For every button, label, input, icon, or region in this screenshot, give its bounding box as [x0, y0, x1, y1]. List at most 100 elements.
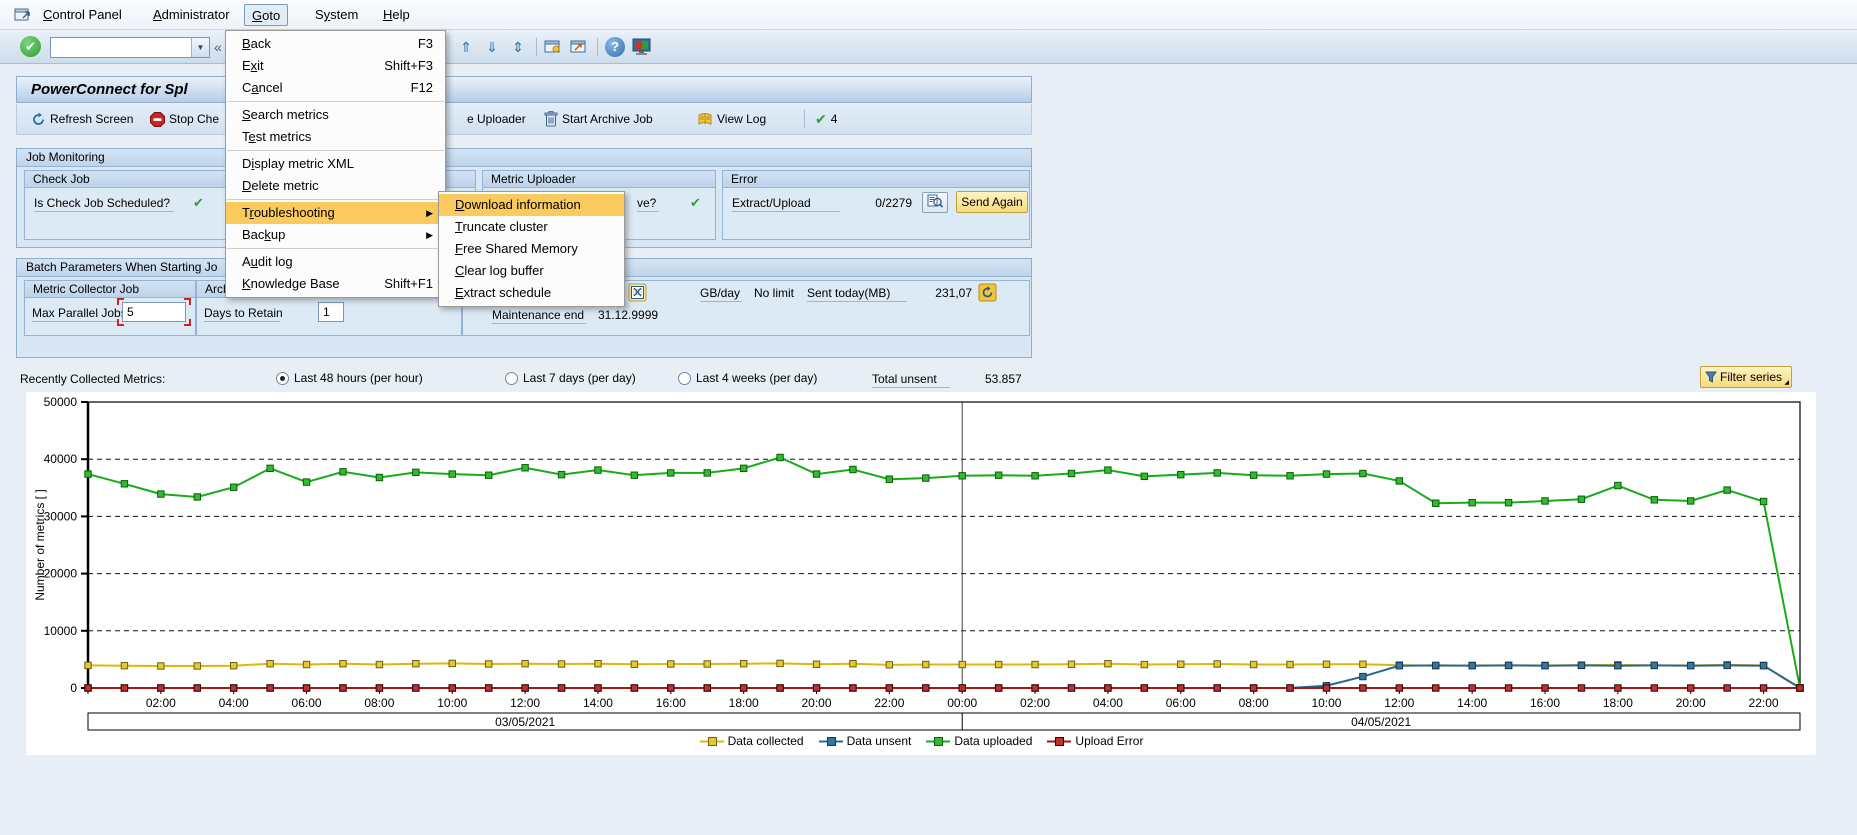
counter-value: 4 — [831, 112, 838, 126]
total-unsent-value: 53.857 — [985, 372, 1022, 386]
days-to-retain-input[interactable] — [318, 302, 344, 322]
page-title: PowerConnect for Spl — [31, 81, 188, 98]
uploader-active-check-icon: ✔ — [690, 195, 701, 211]
menubar-item-goto[interactable]: Goto — [244, 4, 288, 26]
send-again-button[interactable]: Send Again — [956, 191, 1028, 213]
menu-item-display-metric-xml[interactable]: Display metric XML — [226, 153, 445, 175]
svg-text:06:00: 06:00 — [292, 696, 322, 710]
command-dropdown-icon[interactable]: ▼ — [191, 38, 209, 57]
system-menu-icon[interactable] — [14, 7, 32, 27]
legend-marker-icon — [925, 736, 951, 747]
radio-circle[interactable] — [276, 372, 289, 385]
menu-separator — [227, 199, 444, 200]
menu-shortcut: Shift+F3 — [384, 55, 433, 77]
svg-text:08:00: 08:00 — [364, 696, 394, 710]
new-session-icon[interactable] — [543, 38, 563, 61]
svg-text:06:00: 06:00 — [1166, 696, 1196, 710]
calendar-icon[interactable] — [628, 283, 647, 307]
magnifier-icon — [927, 193, 943, 208]
command-input[interactable] — [51, 38, 189, 57]
submenu-item-free-shared-memory[interactable]: Free Shared Memory — [439, 238, 624, 260]
menu-item-cancel[interactable]: CancelF12 — [226, 77, 445, 99]
period-radio-last-7-days-per-day[interactable]: Last 7 days (per day) — [505, 371, 636, 385]
refresh-icon — [31, 112, 46, 127]
svg-text:10:00: 10:00 — [437, 696, 467, 710]
maintenance-end-label: Maintenance end — [492, 308, 586, 324]
chart-legend: Data collectedData unsentData uploadedUp… — [26, 734, 1816, 748]
create-shortcut-icon[interactable] — [569, 38, 589, 61]
legend-item-data-uploaded: Data uploaded — [925, 734, 1032, 748]
stop-check-label: Stop Che — [169, 112, 219, 126]
menu-item-back[interactable]: BackF3 — [226, 33, 445, 55]
menu-item-audit-log[interactable]: Audit log — [226, 251, 445, 273]
status-counter: ✔ 4 — [815, 109, 837, 129]
menu-bar: Control Panel Administrator Goto System Help — [0, 0, 1857, 30]
menu-shortcut: F3 — [418, 33, 433, 55]
radio-circle[interactable] — [678, 372, 691, 385]
legend-item-data-collected: Data collected — [699, 734, 804, 748]
legend-label: Data uploaded — [954, 734, 1032, 748]
uploader-button-fragment[interactable]: e Uploader — [467, 109, 526, 129]
page-down-icon[interactable]: ⇓ — [481, 37, 503, 58]
legend-item-data-unsent: Data unsent — [818, 734, 912, 748]
menu-item-backup[interactable]: Backup▶ — [226, 224, 445, 246]
menubar-item-control-panel[interactable]: Control Panel — [36, 4, 129, 26]
submenu-item-download-information[interactable]: Download information — [439, 194, 624, 216]
submenu-item-truncate-cluster[interactable]: Truncate cluster — [439, 216, 624, 238]
svg-text:50000: 50000 — [44, 395, 78, 409]
menubar-item-system[interactable]: System — [308, 4, 365, 26]
radio-label: Last 7 days (per day) — [523, 371, 636, 385]
svg-text:22:00: 22:00 — [874, 696, 904, 710]
customize-layout-icon[interactable] — [631, 37, 653, 62]
filter-series-button[interactable]: Filter series ◢ — [1700, 366, 1792, 388]
menu-item-search-metrics[interactable]: Search metrics — [226, 104, 445, 126]
submenu-item-clear-log-buffer[interactable]: Clear log buffer — [439, 260, 624, 282]
menu-item-delete-metric[interactable]: Delete metric — [226, 175, 445, 197]
stop-check-button[interactable]: Stop Che — [150, 109, 219, 129]
svg-text:22:00: 22:00 — [1749, 696, 1779, 710]
error-detail-button[interactable] — [922, 192, 948, 213]
start-archive-job-button[interactable]: Start Archive Job — [544, 109, 653, 129]
legend-label: Data collected — [728, 734, 804, 748]
refresh-screen-button[interactable]: Refresh Screen — [31, 109, 133, 129]
svg-text:40000: 40000 — [44, 452, 78, 466]
menu-item-knowledge-base[interactable]: Knowledge BaseShift+F1 — [226, 273, 445, 295]
menubar-item-help[interactable]: Help — [376, 4, 417, 26]
trash-icon — [544, 111, 558, 127]
radio-circle[interactable] — [505, 372, 518, 385]
period-radio-last-4-weeks-per-day[interactable]: Last 4 weeks (per day) — [678, 371, 817, 385]
screen-title-bar: PowerConnect for Spl — [16, 76, 1032, 103]
menu-separator — [227, 101, 444, 102]
menu-item-test-metrics[interactable]: Test metrics — [226, 126, 445, 148]
ok-icon[interactable]: ✔ — [20, 36, 41, 57]
check-icon: ✔ — [815, 111, 827, 128]
application-toolbar: Refresh Screen Stop Che e Uploader Start… — [16, 104, 1032, 135]
radio-label: Last 48 hours (per hour) — [294, 371, 423, 385]
focus-corner — [117, 319, 124, 326]
submenu-arrow-icon: ▶ — [426, 224, 433, 246]
focus-corner — [184, 298, 191, 305]
view-log-button[interactable]: View Log — [697, 109, 766, 129]
max-parallel-jobs-input[interactable] — [122, 302, 186, 322]
page-up-icon[interactable]: ⇑ — [455, 37, 477, 58]
metrics-chart-panel: 0100002000030000400005000002:0004:0006:0… — [26, 392, 1816, 755]
submenu-item-extract-schedule[interactable]: Extract schedule — [439, 282, 624, 304]
stop-icon — [150, 112, 165, 127]
svg-text:30000: 30000 — [44, 509, 78, 523]
menubar-item-administrator[interactable]: Administrator — [146, 4, 237, 26]
period-radio-last-48-hours-per-hour[interactable]: Last 48 hours (per hour) — [276, 371, 423, 385]
svg-text:04/05/2021: 04/05/2021 — [1351, 715, 1411, 729]
recently-collected-label: Recently Collected Metrics: — [20, 372, 165, 386]
menu-item-exit[interactable]: ExitShift+F3 — [226, 55, 445, 77]
svg-text:04:00: 04:00 — [219, 696, 249, 710]
menu-shortcut: Shift+F1 — [384, 273, 433, 295]
help-icon[interactable]: ? — [605, 37, 625, 57]
collapse-toolbar-icon[interactable]: « — [214, 39, 222, 55]
recalculate-icon[interactable] — [978, 283, 997, 307]
focus-corner — [117, 298, 124, 305]
toolbar-separator — [804, 110, 805, 128]
page-scroll-icon[interactable]: ⇕ — [507, 37, 529, 58]
svg-text:0: 0 — [70, 681, 77, 695]
dropdown-corner-icon: ◢ — [1784, 379, 1789, 386]
menu-item-troubleshooting[interactable]: Troubleshooting▶ — [226, 202, 445, 224]
